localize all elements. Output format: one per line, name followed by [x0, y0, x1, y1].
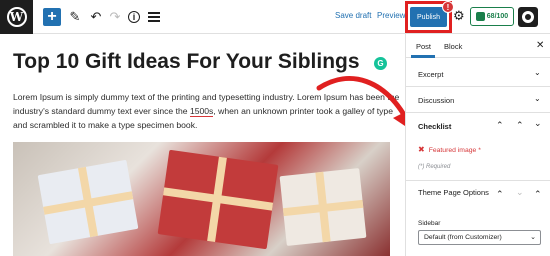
list-view-button[interactable]: [146, 8, 162, 26]
gift-image[interactable]: [13, 142, 390, 256]
publish-button[interactable]: Publish: [410, 7, 447, 27]
info-button[interactable]: i: [126, 8, 142, 26]
sidebar-tabs: Post Block ✕: [406, 34, 550, 58]
move-down-icon[interactable]: ⌄: [516, 187, 524, 198]
sidebar-select-value: Default (from Customizer): [424, 234, 502, 241]
wordpress-logo-icon[interactable]: W: [0, 0, 33, 34]
chevron-up-icon[interactable]: ⌃: [534, 189, 542, 200]
seo-score-value: 68/100: [486, 13, 509, 20]
tab-block[interactable]: Block: [444, 42, 462, 51]
gift-box: [279, 168, 367, 246]
publish-highlight-box: Publish !: [405, 1, 454, 33]
tab-post[interactable]: Post: [416, 42, 431, 51]
featured-image-requirement: ✖ Featured image *: [418, 145, 481, 154]
active-tab-indicator: [411, 55, 435, 58]
move-up-icon[interactable]: ⌃: [496, 189, 504, 200]
settings-icon[interactable]: [518, 7, 538, 27]
preview-link[interactable]: Preview: [377, 11, 405, 20]
gift-box: [37, 159, 139, 245]
post-title[interactable]: Top 10 Gift Ideas For Your Siblings: [13, 50, 360, 74]
featured-image-label: Featured image *: [428, 147, 481, 154]
redo-icon[interactable]: ↷: [107, 8, 123, 26]
error-x-icon: ✖: [418, 145, 425, 154]
seo-score-icon: [475, 12, 485, 21]
editor-toolbar: W + ✎ ↶ ↷ i Save draft Preview Publish !…: [0, 0, 550, 34]
sidebar-label: Sidebar: [418, 220, 441, 227]
close-icon[interactable]: ✕: [536, 40, 544, 51]
wordpress-logo-mark: W: [6, 7, 27, 27]
gear-icon[interactable]: ⚙: [453, 9, 466, 22]
chevron-down-icon[interactable]: ⌄: [534, 94, 541, 103]
required-note: (*) Required: [418, 164, 451, 170]
grammarly-icon[interactable]: G: [374, 57, 387, 70]
settings-sidebar: Post Block ✕ Excerpt ⌄ Discussion ⌄ Chec…: [405, 34, 550, 256]
gift-box: [157, 149, 279, 250]
add-block-button[interactable]: +: [43, 8, 61, 26]
seo-score-button[interactable]: 68/100: [470, 7, 514, 26]
info-icon: i: [128, 11, 140, 23]
panel-checklist[interactable]: Checklist: [418, 122, 451, 131]
undo-icon[interactable]: ↶: [88, 8, 104, 26]
chevron-down-icon[interactable]: ⌄: [534, 118, 542, 129]
chevron-down-icon: ⌄: [530, 234, 536, 241]
save-draft-link[interactable]: Save draft: [335, 11, 371, 20]
move-up-icon[interactable]: ⌃: [496, 120, 504, 131]
list-view-icon: [148, 12, 160, 22]
sidebar-select[interactable]: Default (from Customizer) ⌄: [418, 230, 541, 245]
pen-icon[interactable]: ✎: [67, 8, 83, 26]
panel-theme-page-options[interactable]: Theme Page Options: [418, 187, 493, 198]
panel-discussion[interactable]: Discussion: [418, 96, 454, 105]
chevron-down-icon[interactable]: ⌄: [534, 68, 541, 77]
paragraph-highlight: 1500s: [189, 106, 214, 117]
chevron-up-icon[interactable]: ⌃: [516, 120, 524, 131]
panel-excerpt[interactable]: Excerpt: [418, 70, 443, 79]
